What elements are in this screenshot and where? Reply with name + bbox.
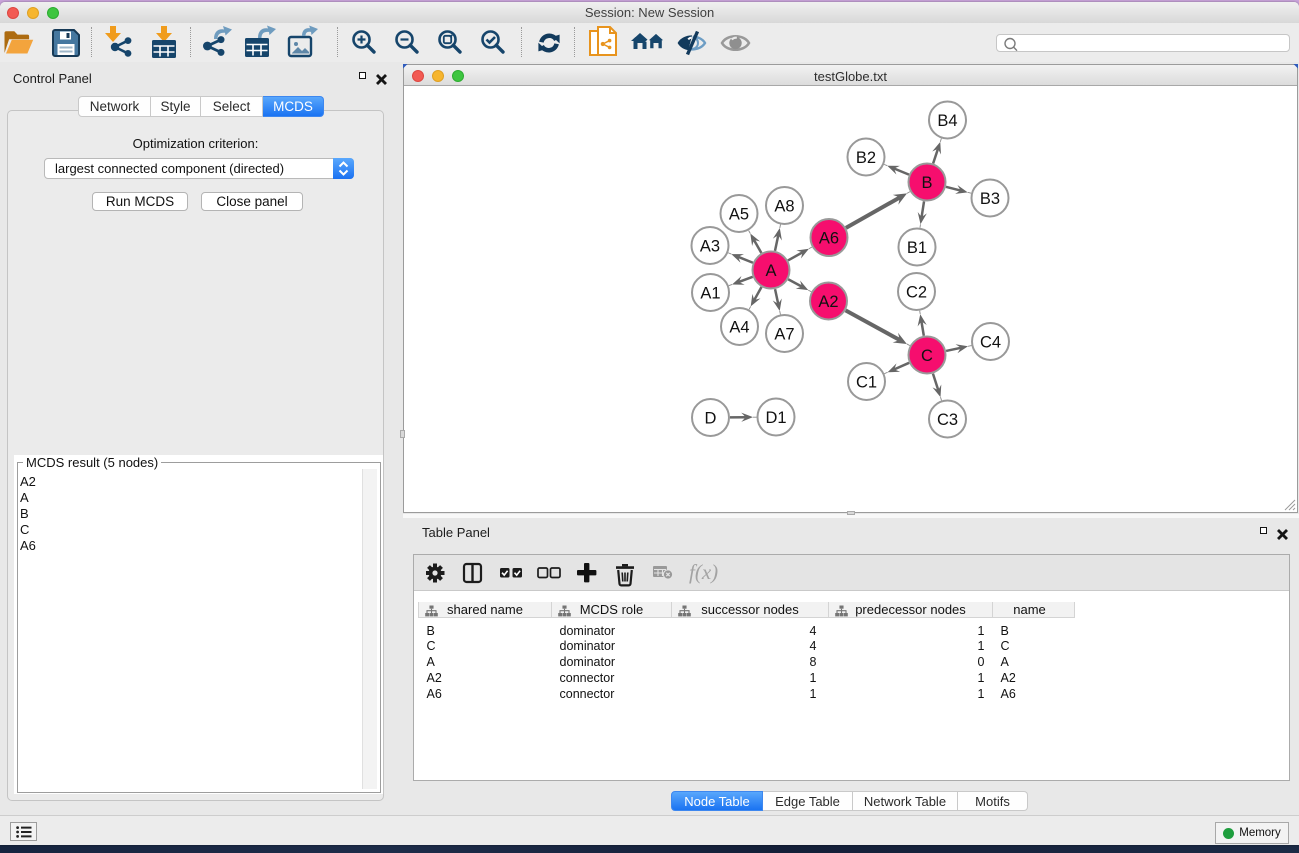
svg-text:A6: A6 [819,230,839,248]
svg-text:B3: B3 [980,190,1000,208]
svg-text:B4: B4 [937,112,957,130]
svg-text:A1: A1 [700,285,720,303]
svg-text:C: C [921,347,933,365]
svg-text:D1: D1 [765,409,786,427]
svg-text:B: B [921,174,932,192]
svg-text:A3: A3 [700,238,720,256]
svg-text:A5: A5 [729,206,749,224]
svg-text:C2: C2 [906,284,927,302]
svg-text:D: D [705,410,717,428]
svg-text:C1: C1 [856,374,877,392]
svg-text:A: A [765,262,776,280]
svg-text:A7: A7 [774,326,794,344]
svg-text:A2: A2 [818,293,838,311]
svg-text:f(x): f(x) [689,560,718,584]
svg-text:B2: B2 [856,149,876,167]
svg-text:B1: B1 [907,239,927,257]
svg-text:A4: A4 [729,319,749,337]
svg-text:A8: A8 [774,198,794,216]
svg-text:C4: C4 [980,334,1001,352]
svg-text:C3: C3 [937,411,958,429]
